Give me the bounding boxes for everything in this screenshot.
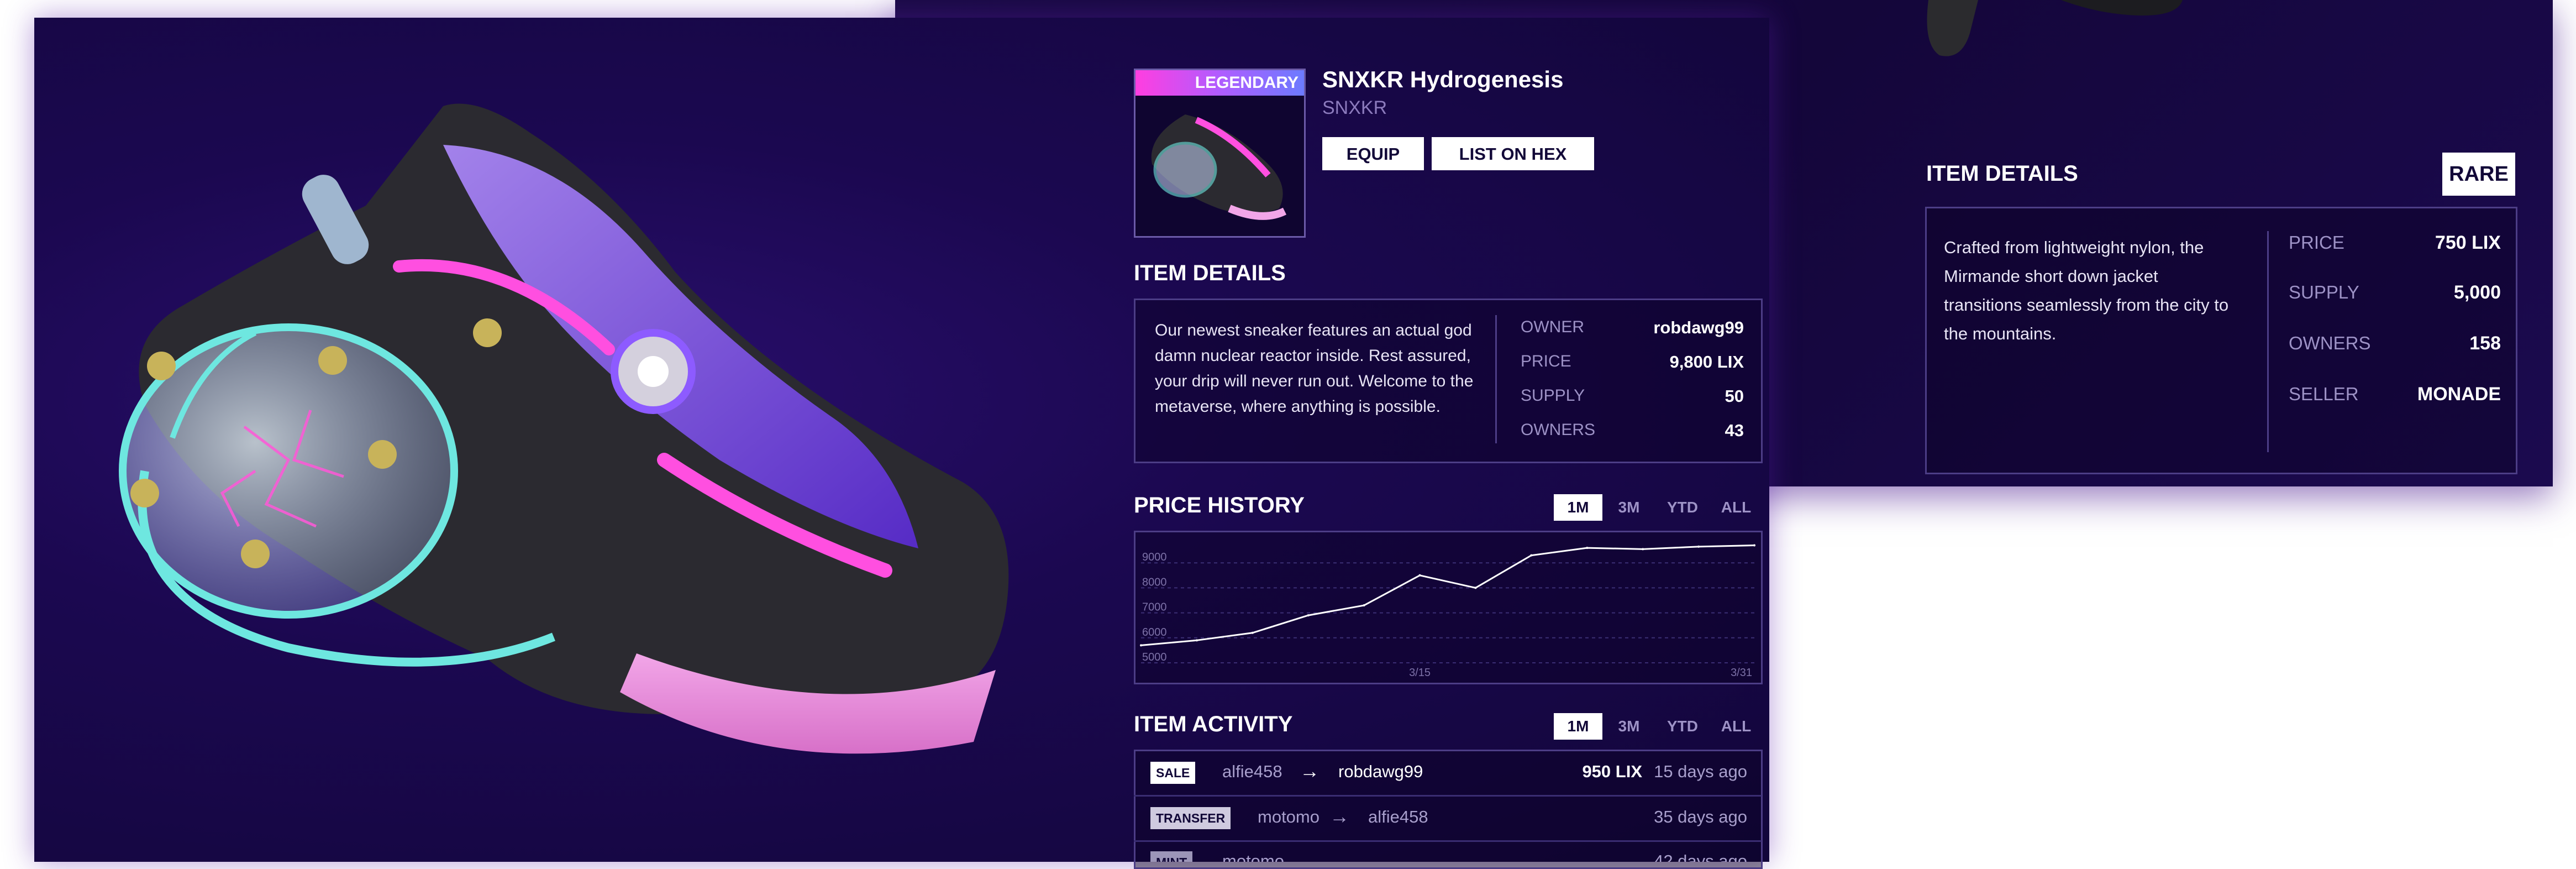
item-brand[interactable]: SNXKR [1322, 97, 1387, 119]
price-range-ytd[interactable]: YTD [1658, 494, 1707, 521]
details-divider [1495, 315, 1497, 443]
price-point[interactable] [1307, 614, 1310, 617]
x-tick-label: 3/15 [1409, 667, 1431, 679]
y-tick-label: 8000 [1142, 576, 1167, 588]
activity-from-user[interactable]: alfie458 [1222, 762, 1282, 782]
activity-type-badge: MINT [1150, 851, 1193, 862]
list-on-hex-button[interactable]: LIST ON HEX [1432, 137, 1594, 170]
details-label-supply: SUPPLY [1521, 386, 1585, 405]
price-range-1m[interactable]: 1M [1554, 494, 1602, 521]
secondary-label-seller: SELLER [2289, 384, 2359, 404]
activity-time: 35 days ago [1654, 807, 1747, 826]
details-value-price: 9,800 LIX [1669, 352, 1744, 371]
y-tick-label: 7000 [1142, 601, 1167, 614]
activity-row[interactable]: MINT motomo 42 days ago [1134, 840, 1762, 862]
activity-time: 15 days ago [1654, 762, 1747, 781]
item-description: Our newest sneaker features an actual go… [1155, 321, 1474, 416]
activity-range-all[interactable]: ALL [1713, 713, 1759, 740]
secondary-item-details-title: ITEM DETAILS [1926, 161, 2078, 186]
activity-amount: 950 LIX [1582, 762, 1642, 781]
price-point[interactable] [1418, 574, 1421, 577]
price-point[interactable] [1530, 554, 1533, 557]
price-history-title: PRICE HISTORY [1134, 493, 1305, 517]
jacket-preview-image [1927, 0, 2183, 56]
rarity-badge: RARE [2442, 153, 2515, 196]
details-label-owners: OWNERS [1521, 421, 1595, 439]
item-title: SNXKR Hydrogenesis [1322, 66, 1564, 92]
secondary-item-description: Crafted from lightweight nylon, the Mirm… [1944, 238, 2229, 343]
activity-range-3m[interactable]: 3M [1606, 713, 1652, 740]
secondary-label-owners: OWNERS [2289, 333, 2371, 353]
item-activity-title: ITEM ACTIVITY [1134, 712, 1293, 736]
secondary-value-supply: 5,000 [2453, 282, 2501, 303]
x-tick-label: 3/31 [1731, 667, 1752, 679]
price-point[interactable] [1697, 545, 1700, 548]
y-tick-label: 6000 [1142, 626, 1167, 638]
activity-from-user[interactable]: motomo [1222, 851, 1284, 862]
secondary-value-seller: MONADE [2417, 384, 2501, 405]
y-tick-label: 5000 [1142, 651, 1167, 663]
price-history-chart: 5000 6000 7000 8000 9000 3/15 3/31 [1140, 544, 1755, 679]
price-point[interactable] [1251, 631, 1254, 634]
activity-range-ytd[interactable]: YTD [1658, 713, 1707, 740]
activity-type-badge: TRANSFER [1150, 807, 1231, 829]
equip-button[interactable]: EQUIP [1322, 137, 1424, 170]
details-label-owner: OWNER [1521, 318, 1584, 336]
price-point[interactable] [1642, 548, 1644, 551]
details-value-owner[interactable]: robdawg99 [1602, 318, 1744, 338]
secondary-label-supply: SUPPLY [2289, 282, 2359, 302]
price-point[interactable] [1140, 644, 1142, 647]
details-value-supply: 50 [1725, 386, 1744, 406]
secondary-value-owners: 158 [2469, 333, 2501, 354]
price-range-all[interactable]: ALL [1713, 494, 1759, 521]
y-tick-label: 9000 [1142, 551, 1167, 563]
activity-row[interactable]: SALE alfie458 → robdawg99 950 LIX 15 day… [1134, 750, 1762, 797]
price-point[interactable] [1195, 639, 1198, 642]
sneaker-thumbnail-image [1151, 114, 1287, 220]
arrow-right-icon: → [1300, 760, 1319, 782]
price-point[interactable] [1753, 544, 1755, 547]
details-label-price: PRICE [1521, 352, 1571, 370]
activity-to-user[interactable]: robdawg99 [1338, 762, 1423, 782]
sneaker-image [119, 103, 1009, 754]
legendary-badge: LEGENDARY [1135, 70, 1304, 96]
activity-row[interactable]: TRANSFER motomo → alfie458 35 days ago [1134, 795, 1762, 842]
activity-type-badge: SALE [1150, 762, 1196, 784]
item-thumbnail: LEGENDARY [1134, 69, 1306, 238]
item-details-title: ITEM DETAILS [1134, 261, 1286, 285]
activity-range-1m[interactable]: 1M [1554, 713, 1602, 740]
price-range-3m[interactable]: 3M [1606, 494, 1652, 521]
price-series-line [1140, 545, 1755, 646]
secondary-divider [2267, 231, 2269, 452]
price-point[interactable] [1363, 604, 1365, 607]
secondary-label-price: PRICE [2289, 232, 2344, 253]
details-value-owners: 43 [1725, 421, 1744, 440]
secondary-value-price: 750 LIX [2435, 232, 2501, 253]
price-point[interactable] [1586, 547, 1589, 549]
price-point[interactable] [1474, 587, 1477, 589]
activity-from-user[interactable]: motomo [1258, 807, 1319, 827]
activity-time: 42 days ago [1654, 851, 1747, 862]
activity-to-user[interactable]: alfie458 [1368, 807, 1428, 827]
arrow-right-icon: → [1329, 805, 1349, 828]
